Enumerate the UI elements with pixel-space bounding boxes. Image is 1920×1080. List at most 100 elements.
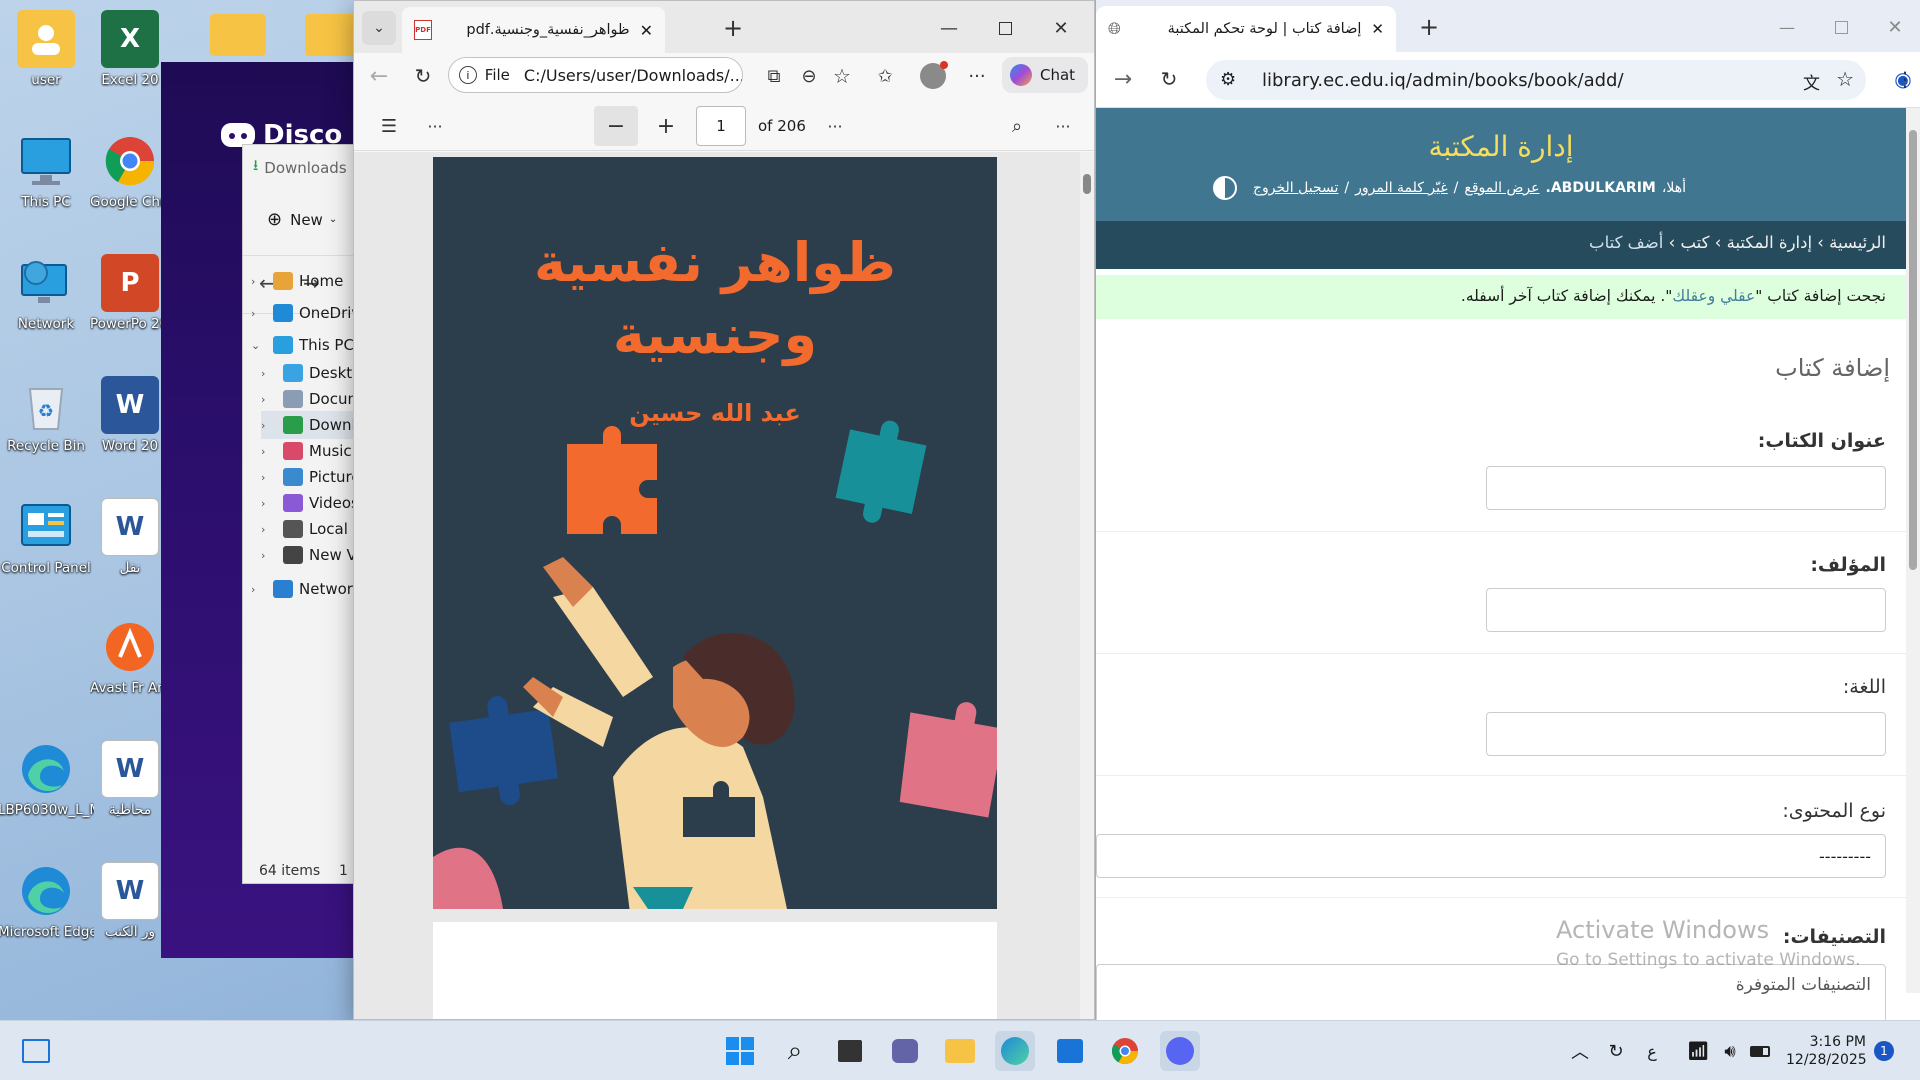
scrollbar[interactable] [1080,152,1094,1019]
desktop-icon-user[interactable]: user [0,10,94,89]
file-explorer-icon[interactable] [940,1031,980,1071]
close-tab-icon[interactable]: ✕ [1371,20,1384,38]
chrome-menu-icon[interactable]: ⋮ [1890,64,1920,94]
forward-arrow-icon[interactable]: → [1108,64,1138,94]
chevron-icon[interactable]: › [251,307,265,320]
desktop-icon-doc-2[interactable]: W محاظية [90,740,170,819]
nav-item[interactable]: › Network [251,575,362,603]
back-arrow-icon[interactable]: ← [364,61,394,91]
address-bar[interactable]: ⚙ library.ec.edu.iq/admin/books/book/add… [1206,60,1866,100]
chevron-icon[interactable]: › [261,419,275,432]
desktop-icon-recycle-bin[interactable]: ♻ Recycle Bin [0,376,94,455]
task-view-icon[interactable] [16,1031,56,1071]
breadcrumb-books[interactable]: كتب [1680,233,1709,252]
folder-icon[interactable] [210,14,266,56]
edge-pdf-window[interactable]: ⌄ PDF ظواهر_نفسية_وجنسية.pdf ✕ + — ✕ ← ↻… [353,0,1095,1020]
close-tab-icon[interactable]: ✕ [640,21,653,40]
new-button[interactable]: ⊕ New ⌄ [267,209,337,230]
breadcrumb-library[interactable]: إدارة المكتبة [1727,233,1812,252]
more-icon[interactable]: ··· [1048,111,1078,141]
chrome-taskbar-icon[interactable] [1105,1031,1145,1071]
zoom-out-button[interactable]: − [594,106,638,146]
nav-item[interactable]: › Deskto [261,359,361,387]
favorite-star-icon[interactable]: ☆ [827,61,857,91]
scrollbar[interactable] [1906,108,1920,993]
chevron-icon[interactable]: › [251,275,265,288]
desktop-icon-control-panel[interactable]: Control Panel [0,498,94,577]
nav-item[interactable]: › Docum [261,385,362,413]
tab-add-book[interactable]: 🌐︎ إضافة كتاب | لوحة تحكم المكتبة ✕ [1096,6,1396,52]
added-book-link[interactable]: عقلي وعقلك [1672,287,1755,305]
desktop-icon-google-chrome[interactable]: Google Chrome [90,132,170,211]
nav-item[interactable]: › Home [251,267,343,295]
refresh-icon[interactable]: ↻ [1154,64,1184,94]
categories-select[interactable]: التصنيفات المتوفرة [1096,964,1886,1024]
chevron-icon[interactable]: › [261,445,275,458]
content-type-select[interactable]: --------- [1096,834,1886,878]
desktop-icon-doc-naql[interactable]: W نقل [90,498,170,577]
copilot-chat-button[interactable]: Chat [1002,57,1088,93]
tab-pdf[interactable]: PDF ظواهر_نفسية_وجنسية.pdf ✕ [402,7,665,53]
desktop-icon-this-pc[interactable]: This PC [0,132,94,211]
site-title[interactable]: إدارة المكتبة [1096,130,1906,163]
close-window-icon[interactable]: ✕ [1046,13,1076,43]
chevron-icon[interactable]: › [251,583,265,596]
title-input[interactable] [1486,466,1886,510]
chevron-icon[interactable]: › [261,367,275,380]
sync-icon[interactable]: ↻ [1596,1031,1636,1071]
notification-badge[interactable]: 1 [1874,1041,1894,1061]
maximize-icon[interactable] [1826,12,1856,42]
input-language[interactable]: ع [1632,1031,1672,1071]
start-windows-icon[interactable] [720,1031,760,1071]
desktop-icon-lbp-manual[interactable]: LBP6030w_L_Manual_eng [0,740,94,819]
page-number-input[interactable]: 1 [696,106,746,146]
nav-item[interactable]: › Picture [261,463,361,491]
breadcrumb-home[interactable]: الرئيسية [1829,233,1886,252]
site-settings-icon[interactable]: ⚙ [1220,69,1236,90]
minimize-icon[interactable]: — [934,13,964,43]
desktop-icon-network[interactable]: Network [0,254,94,333]
more-menu-icon[interactable]: ··· [962,61,992,91]
contents-list-icon[interactable]: ☰ [374,111,404,141]
profile-avatar[interactable] [920,61,948,89]
theme-toggle-icon[interactable] [1212,176,1237,200]
change-password-link[interactable]: غيّر كلمة المرور [1355,180,1448,196]
refresh-icon[interactable]: ↻ [408,61,438,91]
zoom-out-icon[interactable]: ⊖ [794,61,824,91]
search-icon[interactable]: ⌕ [1002,111,1032,141]
more-icon[interactable]: ··· [420,111,450,141]
desktop-icon-word[interactable]: W Word 20 [90,376,170,455]
clock[interactable]: 3:16 PM 12/28/2025 [1786,1033,1867,1069]
battery-icon[interactable] [1740,1031,1780,1071]
language-input[interactable] [1486,712,1886,756]
desktop-icon-excel[interactable]: X Excel 20 [90,10,170,89]
address-bar[interactable]: i File C:/Users/user/Downloads/... [448,57,743,93]
desktop-icon-avast[interactable]: Avast Fr Antivir [90,618,170,697]
logout-link[interactable]: تسجيل الخروج [1253,180,1338,196]
chrome-window[interactable]: 🌐︎ إضافة كتاب | لوحة تحكم المكتبة ✕ + — … [1095,0,1920,1024]
tab-actions-chevron-icon[interactable]: ⌄ [362,11,396,45]
desktop-icon-microsoft-edge[interactable]: Microsoft Edge [0,862,94,941]
show-hidden-icons-chevron-icon[interactable]: ︿ [1560,1031,1600,1071]
nav-item[interactable]: › New Vo [261,541,365,569]
task-view-taskbar-icon[interactable] [830,1031,870,1071]
chevron-icon[interactable]: › [261,549,275,562]
chevron-icon[interactable]: › [261,497,275,510]
translate-icon[interactable]: 文 [1803,69,1820,94]
nav-item[interactable]: ⌄ This PC [251,331,354,359]
nav-item[interactable]: › Music [261,437,352,465]
search-icon[interactable]: ⌕ [775,1031,815,1071]
nav-item[interactable]: › Videos [261,489,359,517]
nav-item[interactable]: › OneDriv [251,299,360,327]
new-tab-plus-icon[interactable]: + [1414,12,1444,42]
chevron-icon[interactable]: › [261,471,275,484]
pdf-viewer[interactable]: ظواهر نفسية وجنسية عبد الله حسين [354,152,1094,1019]
close-window-icon[interactable]: ✕ [1880,12,1910,42]
chevron-icon[interactable]: ⌄ [251,339,265,352]
minimize-icon[interactable]: — [1772,12,1802,42]
chevron-icon[interactable]: › [261,393,275,406]
desktop-icon-powerpoint[interactable]: P PowerPo 2013 [90,254,170,333]
chevron-icon[interactable]: › [261,523,275,536]
nav-item[interactable]: › Local D [261,515,364,543]
author-input[interactable] [1486,588,1886,632]
